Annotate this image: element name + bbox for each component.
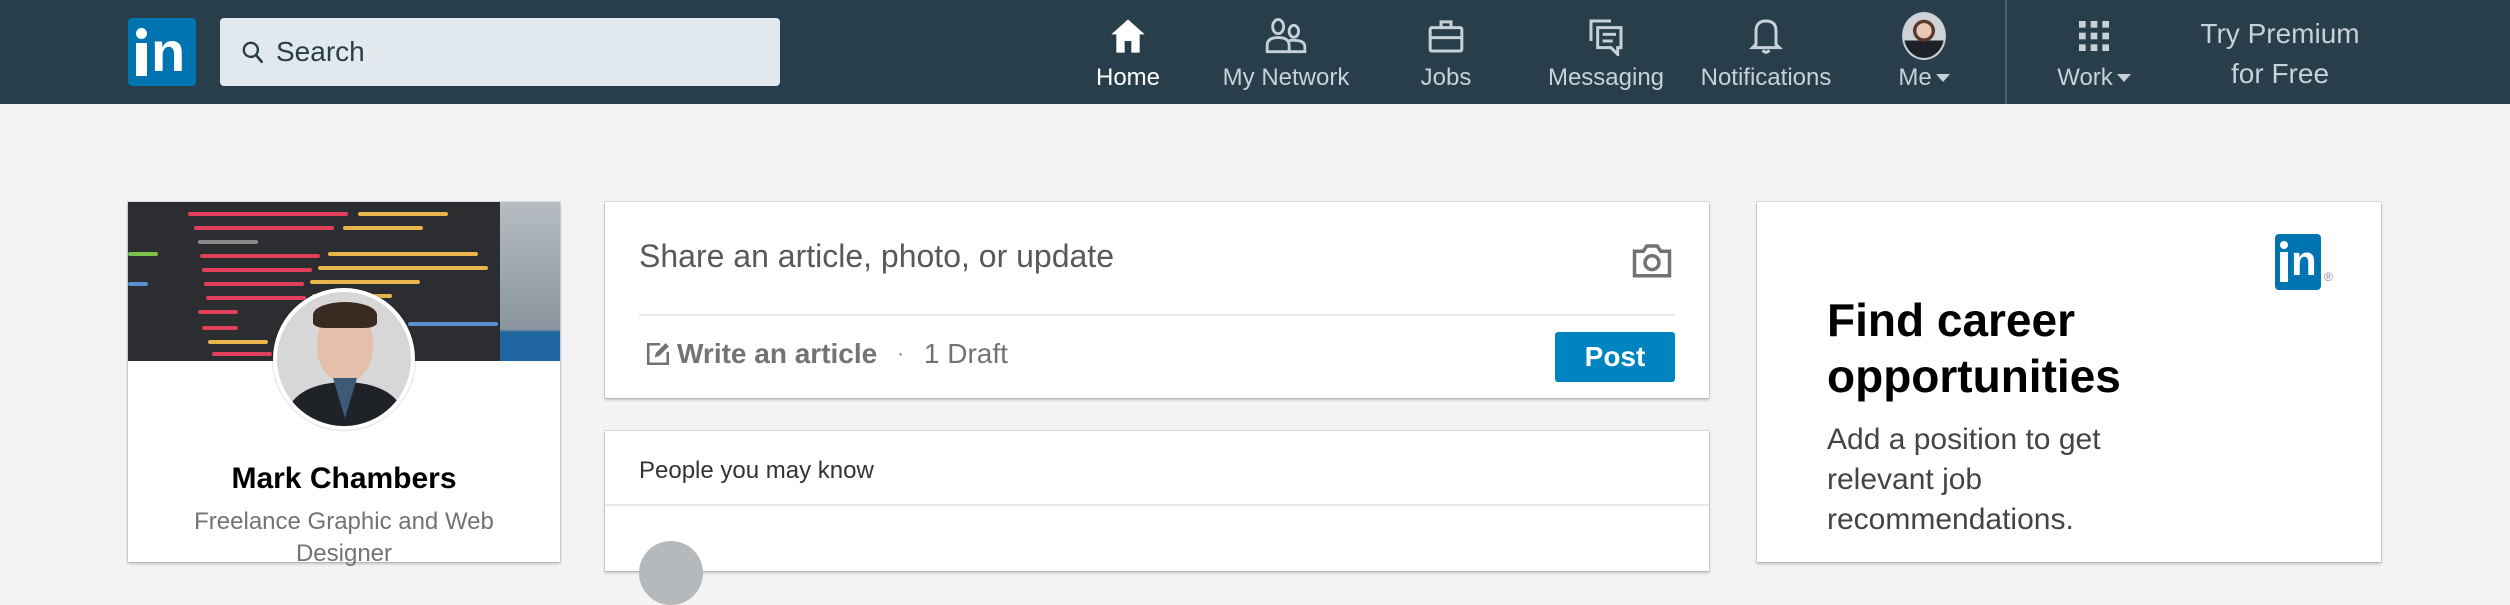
profile-card: Mark Chambers Freelance Graphic and Web … <box>128 202 560 567</box>
work-caret-down-icon <box>2116 74 2131 82</box>
nav-me-label: Me <box>1898 64 1932 91</box>
drafts-link[interactable]: 1 Draft <box>924 338 1008 370</box>
nav-home-label: Home <box>1095 64 1161 91</box>
nav-jobs[interactable]: Jobs <box>1406 14 1486 98</box>
nav-my-network-label: My Network <box>1222 64 1350 91</box>
chat-icon <box>1589 19 1623 56</box>
suggested-person-avatar[interactable] <box>639 541 703 605</box>
nav-my-network[interactable]: My Network <box>1218 14 1354 98</box>
registered-mark: ® <box>2324 270 2333 284</box>
people-heading: People you may know <box>639 457 874 484</box>
people-you-may-know-card: People you may know <box>605 431 1709 605</box>
camera-icon[interactable] <box>1631 242 1673 278</box>
me-caret-down-icon <box>1935 74 1950 82</box>
premium-line-2: for Free <box>2230 58 2330 89</box>
logo-n: n <box>151 20 185 83</box>
nav-notifications-label: Notifications <box>1700 64 1832 91</box>
search-input[interactable] <box>276 36 756 68</box>
premium-line-1: Try Premium <box>2200 18 2360 49</box>
me-avatar <box>1902 12 1946 60</box>
people-icon <box>1265 18 1307 54</box>
people-divider <box>605 504 1709 506</box>
separator-dot: · <box>897 342 904 365</box>
nav-me[interactable]: Me <box>1886 12 1962 98</box>
search-icon <box>242 41 263 64</box>
profile-headline: Freelance Graphic and Web Designer <box>194 508 494 567</box>
banner-screen <box>500 202 560 361</box>
grid-icon <box>2079 21 2109 51</box>
linkedin-logo[interactable]: n <box>128 18 196 86</box>
share-divider <box>639 314 1675 316</box>
nav-messaging-label: Messaging <box>1547 64 1665 91</box>
nav-home[interactable]: Home <box>1088 14 1168 98</box>
share-box: Share an article, photo, or update Write… <box>605 202 1709 398</box>
top-nav-bar: n Home My Network Jobs Messaging Notific… <box>0 0 2510 104</box>
ad-card[interactable]: n ® Find career opportunities Add a posi… <box>1757 202 2381 562</box>
ad-heading: Find career opportunities <box>1827 294 2121 402</box>
nav-divider <box>2005 0 2007 104</box>
edit-icon <box>646 342 670 366</box>
nav-jobs-label: Jobs <box>1420 64 1472 91</box>
nav-work[interactable]: Work <box>2046 14 2142 98</box>
post-button[interactable]: Post <box>1555 332 1675 382</box>
home-icon <box>1111 19 1145 53</box>
nav-work-label: Work <box>2057 64 2113 91</box>
ad-linkedin-logo: n <box>2275 234 2321 290</box>
ad-subtext: Add a position to get relevant job recom… <box>1827 423 2101 536</box>
search-box[interactable] <box>220 18 780 86</box>
briefcase-icon <box>1428 20 1464 53</box>
nav-notifications[interactable]: Notifications <box>1694 14 1838 98</box>
profile-name[interactable]: Mark Chambers <box>128 462 560 496</box>
write-article-row: Write an article · 1 Draft <box>645 338 1008 370</box>
bell-icon <box>1749 19 1783 54</box>
profile-avatar[interactable] <box>273 288 415 430</box>
write-article-link[interactable]: Write an article <box>677 338 877 370</box>
nav-messaging[interactable]: Messaging <box>1546 14 1666 98</box>
logo-i-stem <box>136 43 147 76</box>
share-prompt[interactable]: Share an article, photo, or update <box>639 238 1114 275</box>
logo-i-dot <box>136 28 147 39</box>
try-premium-link[interactable]: Try Premium for Free <box>2180 14 2380 94</box>
